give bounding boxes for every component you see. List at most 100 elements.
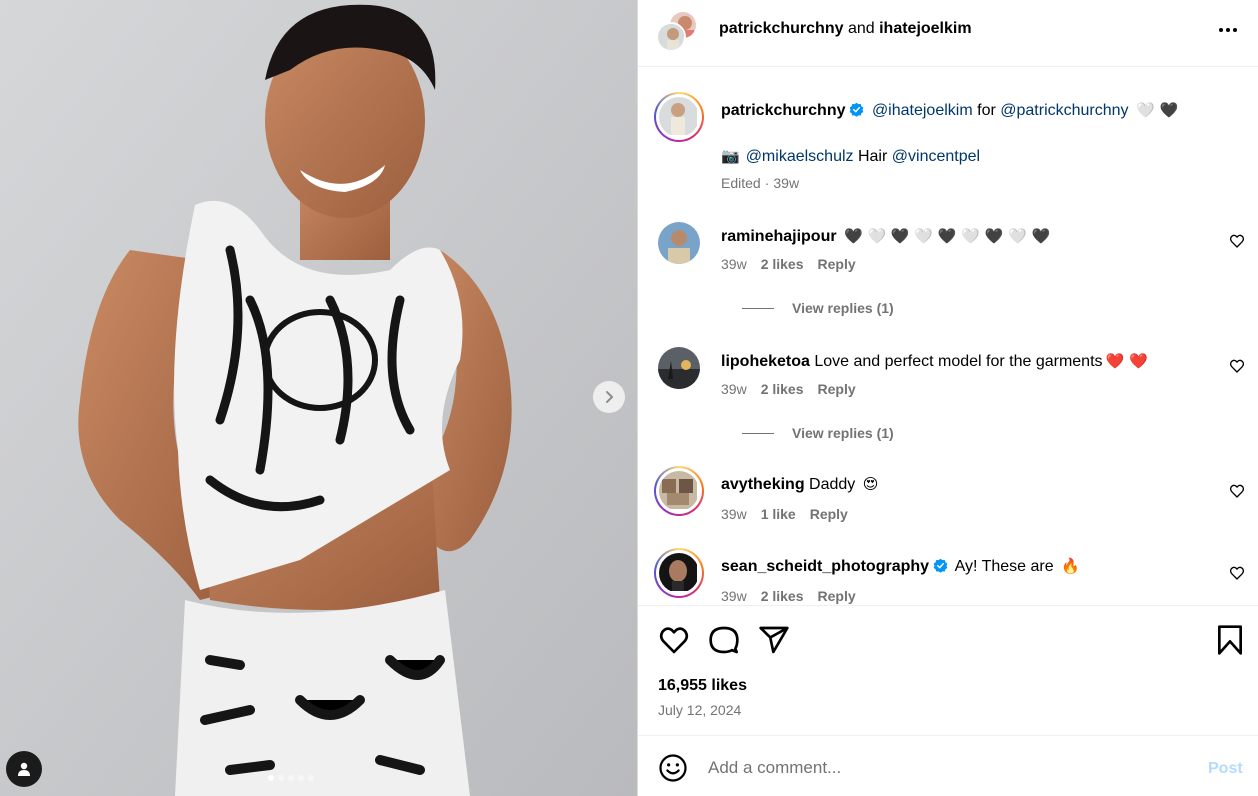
view-replies-button[interactable]: View replies (1) [742,300,894,316]
chevron-right-icon [606,391,613,403]
caption-age[interactable]: 39w [773,175,799,191]
replies-line [742,307,774,309]
avatar [656,22,686,52]
comment-item: lipoheketoa Love and perfect model for t… [654,343,1254,453]
post-media[interactable] [0,0,637,796]
post-actions: 16,955 likes July 12, 2024 [638,605,1258,735]
avatar [659,97,699,137]
comment-username[interactable]: raminehajipour [721,228,837,245]
mention-link[interactable]: @patrickchurchny [1000,102,1128,119]
mention-link[interactable]: @vincentpel [892,148,980,165]
caption-for-text: for [977,102,996,119]
avatar[interactable] [658,347,700,389]
comment-body: Ay! These are [954,558,1054,575]
reply-button[interactable]: Reply [818,256,856,272]
like-heart-icon[interactable] [658,624,690,656]
comment-username[interactable]: lipoheketoa [721,353,810,370]
comment-username[interactable]: avytheking [721,476,805,493]
comment-input[interactable] [708,754,1168,782]
carousel-dot [298,775,304,781]
comment-likes[interactable]: 2 likes [761,588,804,604]
meta-separator: · [764,175,770,191]
comment-meta: 39w 2 likes Reply [721,588,856,604]
emoji-smile-icon[interactable] [658,753,688,783]
post-comment-button[interactable]: Post [1208,760,1243,778]
caption: patrickchurchny @ihatejoelkim for @patri… [654,92,1254,202]
carousel-dot [278,775,284,781]
avatar-story-ring[interactable] [654,92,704,142]
mention-link[interactable]: @mikaelschulz [746,148,854,165]
comment-username[interactable]: sean_scheidt_photography [721,558,929,575]
comments-list[interactable]: patrickchurchny @ihatejoelkim for @patri… [638,68,1258,605]
comment-likes[interactable]: 2 likes [761,381,804,397]
comment-age[interactable]: 39w [721,256,747,272]
likes-count[interactable]: 16,955 likes [658,677,747,695]
coauthor-username[interactable]: ihatejoelkim [879,20,971,37]
avatar-story-ring[interactable] [654,548,704,598]
avatar-story-ring[interactable] [654,466,704,516]
like-comment-heart-icon[interactable] [1229,358,1245,374]
next-image-button[interactable] [593,381,625,413]
save-bookmark-icon[interactable] [1214,624,1246,656]
replies-line [742,432,774,434]
avatar [659,471,699,511]
and-text: and [847,20,875,37]
comment-text: avytheking Daddy 😍 [721,474,1221,495]
post-date[interactable]: July 12, 2024 [658,702,741,718]
hearts-emoji: 🖤 🤍 🖤 🤍 🖤 🤍 🖤 🤍 🖤 [844,227,1051,245]
view-replies-label: View replies (1) [792,425,894,441]
comment-meta: 39w 1 like Reply [721,506,848,522]
camera-emoji: 📷 [721,147,740,165]
avatar[interactable] [658,222,700,264]
comment-text: raminehajipour 🖤 🤍 🖤 🤍 🖤 🤍 🖤 🤍 🖤 [721,226,1221,247]
author-username[interactable]: patrickchurchny [719,20,843,37]
reply-button[interactable]: Reply [818,381,856,397]
carousel-dot [268,775,274,781]
carousel-dot [288,775,294,781]
view-replies-label: View replies (1) [792,300,894,316]
hearts-emoji: 🤍 🖤 [1136,101,1179,119]
post-authors: patrickchurchny and ihatejoelkim [719,20,972,38]
mention-link[interactable]: @ihatejoelkim [872,102,973,119]
post-header: patrickchurchny and ihatejoelkim [638,0,1258,67]
reply-button[interactable]: Reply [810,506,848,522]
collab-avatars[interactable] [656,10,700,54]
caption-text: patrickchurchny @ihatejoelkim for @patri… [721,100,1221,167]
caption-username[interactable]: patrickchurchny [721,102,845,119]
share-send-icon[interactable] [758,624,790,656]
comment-item: raminehajipour 🖤 🤍 🖤 🤍 🖤 🤍 🖤 🤍 🖤 39w 2 l… [654,218,1254,328]
comment-age[interactable]: 39w [721,381,747,397]
carousel-dot [308,775,314,781]
comment-likes[interactable]: 1 like [761,506,796,522]
avatar [659,553,699,593]
comment-body: Daddy [809,476,856,493]
more-options-icon[interactable] [1216,18,1240,42]
caption-hair-text: Hair [857,148,888,165]
comment-age[interactable]: 39w [721,506,747,522]
edited-label: Edited [721,175,761,191]
carousel-indicator [268,775,314,781]
tagged-users-button[interactable] [6,751,42,787]
comment-body: Love and perfect model for the garments [814,353,1103,370]
caption-meta: Edited · 39w [721,175,799,191]
view-replies-button[interactable]: View replies (1) [742,425,894,441]
like-comment-heart-icon[interactable] [1229,233,1245,249]
post-sidebar: patrickchurchny and ihatejoelkim patrick… [638,0,1258,796]
reply-button[interactable]: Reply [818,588,856,604]
user-tag-icon [18,762,30,776]
comment-text: lipoheketoa Love and perfect model for t… [721,351,1221,372]
comment-bubble-icon[interactable] [708,624,740,656]
like-comment-heart-icon[interactable] [1229,483,1245,499]
comment-age[interactable]: 39w [721,588,747,604]
heart-eyes-emoji: 😍 [862,475,879,493]
comment-meta: 39w 2 likes Reply [721,381,856,397]
red-heart-emoji: ❤️ ❤️ [1105,352,1148,370]
like-comment-heart-icon[interactable] [1229,565,1245,581]
comment-likes[interactable]: 2 likes [761,256,804,272]
comment-item: avytheking Daddy 😍 39w 1 like Reply [654,466,1254,536]
comment-meta: 39w 2 likes Reply [721,256,856,272]
add-comment-bar: Post [638,735,1258,796]
comment-item: sean_scheidt_photography Ay! These are 🔥… [654,548,1254,605]
comment-text: sean_scheidt_photography Ay! These are 🔥 [721,556,1221,577]
post-photo [0,0,637,796]
